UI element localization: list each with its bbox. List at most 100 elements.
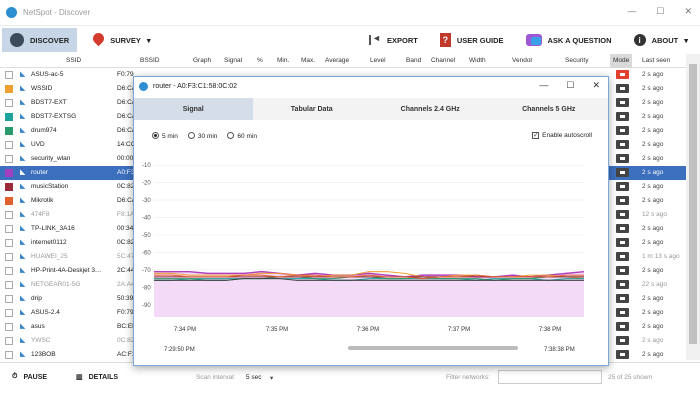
range-5-min[interactable]: 5 min bbox=[152, 132, 178, 140]
tab-channels-2-4[interactable]: Channels 2.4 GHz bbox=[371, 98, 490, 120]
tab-tabular-data[interactable]: Tabular Data bbox=[253, 98, 372, 120]
mode-icon bbox=[616, 266, 629, 275]
row-checkbox[interactable] bbox=[5, 99, 13, 107]
row-checkbox[interactable] bbox=[5, 197, 13, 205]
popup-maximize-button[interactable]: ☐ bbox=[566, 80, 574, 91]
row-checkbox[interactable] bbox=[5, 169, 13, 177]
row-checkbox[interactable] bbox=[5, 295, 13, 303]
wifi-signal-icon: ◣ bbox=[20, 239, 26, 246]
row-checkbox[interactable] bbox=[5, 141, 13, 149]
col-average[interactable]: Average bbox=[325, 57, 349, 64]
survey-button[interactable]: SURVEY ▾ bbox=[85, 28, 158, 52]
about-label: ABOUT bbox=[651, 35, 679, 45]
scan-interval-select[interactable]: 5 sec bbox=[246, 374, 262, 381]
range-30-min[interactable]: 30 min bbox=[187, 132, 217, 140]
col-security[interactable]: Security bbox=[565, 57, 588, 64]
row-checkbox[interactable] bbox=[5, 253, 13, 261]
user-guide-icon: ? bbox=[439, 33, 451, 47]
ssid-cell: drum974 bbox=[31, 127, 57, 134]
col-mode[interactable]: Mode bbox=[610, 54, 633, 68]
col-vendor[interactable]: Vendor bbox=[512, 57, 533, 64]
popup-close-button[interactable]: ✕ bbox=[592, 80, 600, 91]
scrollbar-thumb[interactable] bbox=[689, 64, 697, 344]
tab-signal[interactable]: Signal bbox=[134, 98, 253, 120]
stopwatch-icon: ⏱ bbox=[12, 373, 18, 380]
mode-icon bbox=[616, 84, 629, 93]
col-signal[interactable]: Signal bbox=[224, 57, 242, 64]
tab-channels-5[interactable]: Channels 5 GHz bbox=[490, 98, 609, 120]
mode-icon bbox=[616, 350, 629, 359]
minimize-button[interactable]: — bbox=[627, 6, 636, 17]
autoscroll-checkbox[interactable]: ✓ Enable autoscroll bbox=[532, 132, 592, 139]
mode-icon bbox=[616, 182, 629, 191]
ssid-cell: 123BOB bbox=[31, 351, 56, 358]
last-seen-cell: 2 s ago bbox=[642, 127, 664, 134]
pause-label: PAUSE bbox=[23, 373, 48, 381]
table-header: SSID BSSID Graph Signal % Min. Max. Aver… bbox=[0, 54, 686, 68]
wifi-signal-icon: ◣ bbox=[20, 113, 26, 120]
row-checkbox[interactable] bbox=[5, 183, 13, 191]
row-checkbox[interactable] bbox=[5, 323, 13, 331]
range-60-min[interactable]: 60 min bbox=[227, 132, 257, 140]
row-checkbox[interactable] bbox=[5, 155, 13, 163]
col-min[interactable]: Min. bbox=[277, 57, 289, 64]
col-channel[interactable]: Channel bbox=[431, 57, 455, 64]
wifi-signal-icon: ◣ bbox=[20, 323, 26, 330]
shown-count: 25 of 25 shown bbox=[608, 374, 653, 381]
row-checkbox[interactable] bbox=[5, 85, 13, 93]
pause-button[interactable]: ⏱ PAUSE bbox=[12, 373, 47, 381]
row-checkbox[interactable] bbox=[5, 267, 13, 275]
user-guide-button[interactable]: ? USER GUIDE bbox=[432, 28, 512, 52]
col-max[interactable]: Max. bbox=[301, 57, 315, 64]
close-button[interactable]: ✕ bbox=[684, 6, 692, 17]
row-checkbox[interactable] bbox=[5, 239, 13, 247]
ssid-cell: 474F8 bbox=[31, 211, 50, 218]
wifi-signal-icon: ◣ bbox=[20, 197, 26, 204]
col-bssid[interactable]: BSSID bbox=[140, 57, 160, 64]
discover-icon bbox=[10, 33, 24, 47]
range-start-label: 7:29:50 PM bbox=[164, 347, 195, 353]
row-checkbox[interactable] bbox=[5, 113, 13, 121]
x-tick-label: 7:38 PM bbox=[539, 327, 561, 333]
col-width[interactable]: Width bbox=[469, 57, 486, 64]
col-last-seen[interactable]: Last seen bbox=[642, 57, 670, 64]
col-graph[interactable]: Graph bbox=[193, 57, 211, 64]
col-band[interactable]: Band bbox=[406, 57, 421, 64]
survey-label: SURVEY bbox=[110, 35, 141, 45]
y-tick-label: -70 bbox=[142, 268, 151, 274]
ssid-cell: YWSC bbox=[31, 337, 51, 344]
popup-title: router - A0:F3:C1:58:0C:02 bbox=[153, 82, 238, 90]
maximize-button[interactable]: ☐ bbox=[656, 6, 664, 17]
y-tick-label: -10 bbox=[142, 163, 151, 169]
about-button[interactable]: i ABOUT ▾ bbox=[626, 28, 696, 52]
row-checkbox[interactable] bbox=[5, 71, 13, 79]
filter-networks-input[interactable] bbox=[498, 370, 602, 384]
col-level[interactable]: Level bbox=[370, 57, 386, 64]
details-button[interactable]: ▥ DETAILS bbox=[76, 373, 118, 382]
col-ssid[interactable]: SSID bbox=[66, 57, 81, 64]
export-button[interactable]: EXPORT bbox=[361, 28, 426, 52]
mode-icon bbox=[616, 196, 629, 205]
row-checkbox[interactable] bbox=[5, 309, 13, 317]
wifi-signal-icon: ◣ bbox=[20, 281, 26, 288]
discover-button[interactable]: DISCOVER bbox=[2, 28, 78, 52]
wifi-signal-icon: ◣ bbox=[20, 211, 26, 218]
row-checkbox[interactable] bbox=[5, 281, 13, 289]
ask-question-button[interactable]: ASK A QUESTION bbox=[518, 28, 620, 52]
col-percent[interactable]: % bbox=[257, 57, 263, 64]
range-end-label: 7:38:38 PM bbox=[544, 347, 575, 353]
chevron-down-icon[interactable]: ▾ bbox=[270, 374, 273, 382]
ssid-cell: NETGEAR01-5G bbox=[31, 281, 81, 288]
mode-icon bbox=[616, 126, 629, 135]
row-checkbox[interactable] bbox=[5, 225, 13, 233]
row-checkbox[interactable] bbox=[5, 211, 13, 219]
popup-minimize-button[interactable]: — bbox=[539, 80, 548, 91]
wifi-signal-icon: ◣ bbox=[20, 169, 26, 176]
row-checkbox[interactable] bbox=[5, 351, 13, 359]
row-checkbox[interactable] bbox=[5, 337, 13, 345]
table-scrollbar[interactable] bbox=[686, 54, 700, 360]
row-checkbox[interactable] bbox=[5, 127, 13, 135]
wifi-signal-icon: ◣ bbox=[20, 225, 26, 232]
y-tick-label: -60 bbox=[142, 250, 151, 256]
network-detail-window: router - A0:F3:C1:58:0C:02 — ☐ ✕ Signal … bbox=[133, 76, 609, 366]
